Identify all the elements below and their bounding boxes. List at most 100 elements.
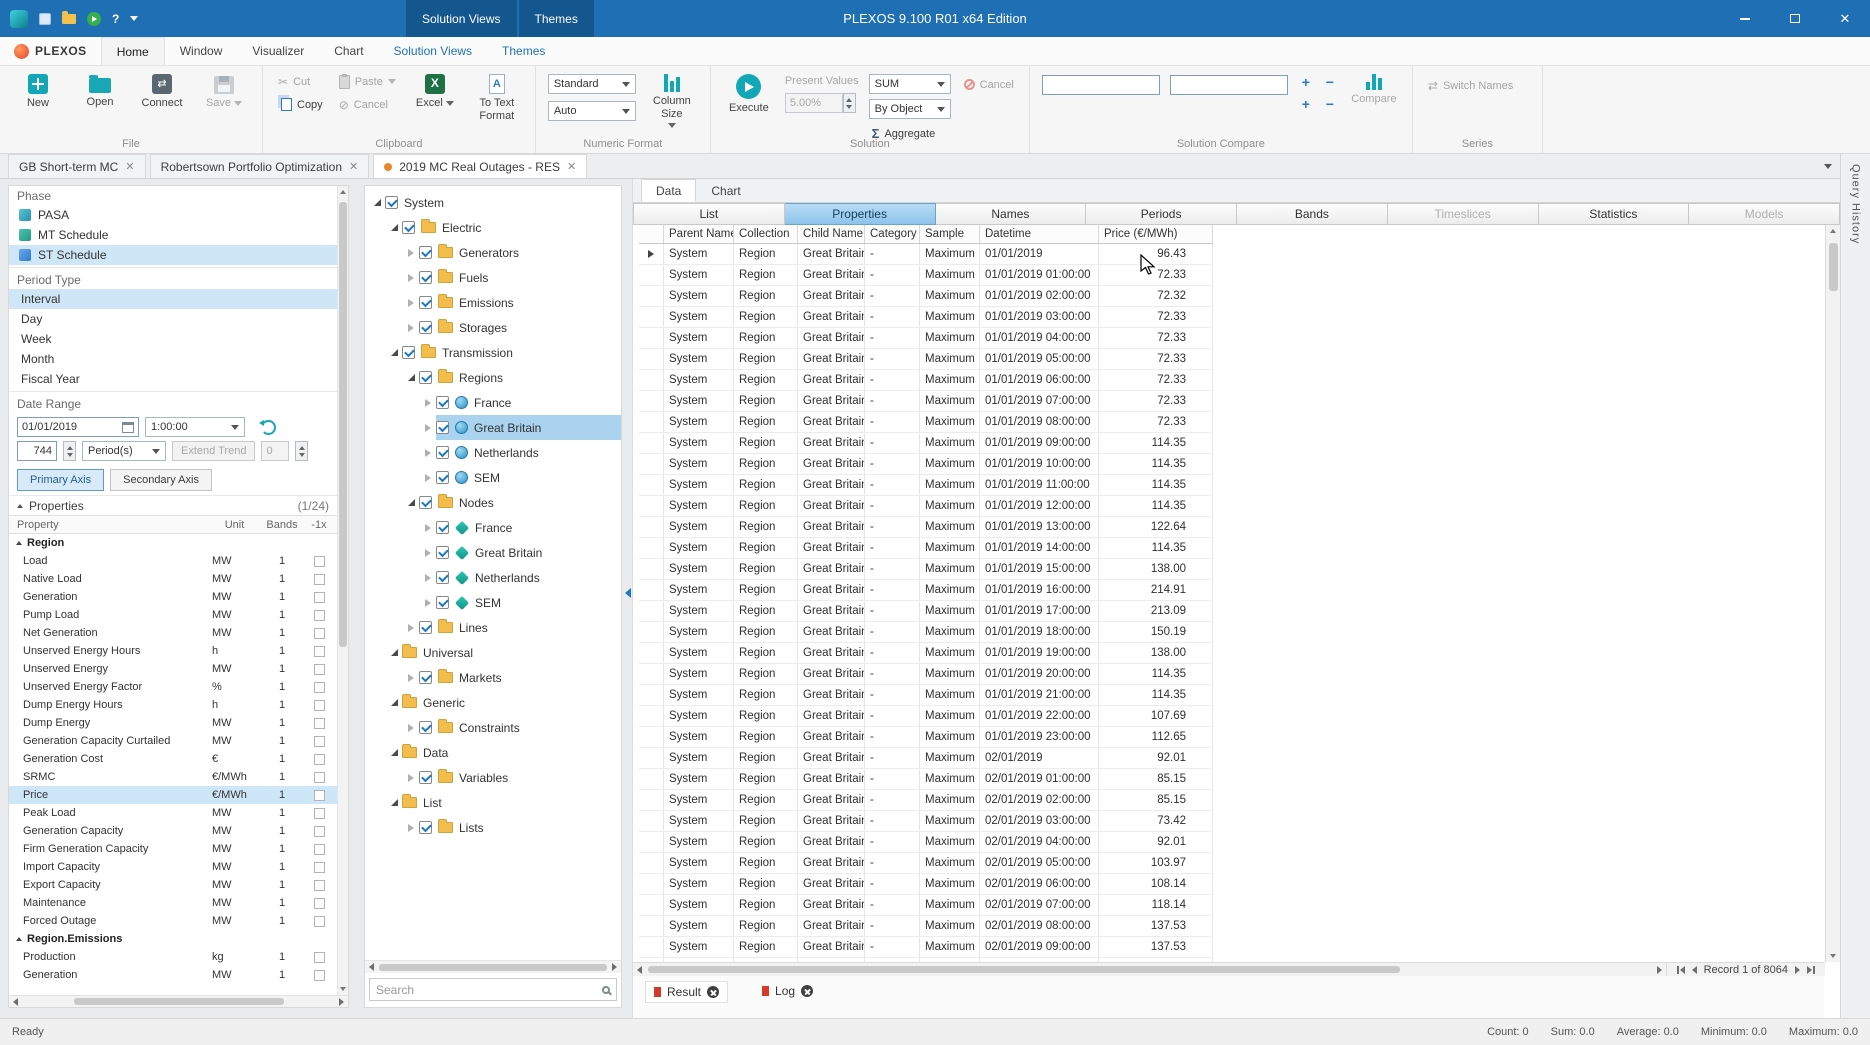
- compare-add-button-2[interactable]: +: [1298, 96, 1314, 112]
- property-row-export-capacity[interactable]: Export CapacityMW1: [9, 876, 337, 894]
- tree-node-markets[interactable]: Markets: [365, 665, 621, 690]
- clipboard-cancel-button[interactable]: ⊘Cancel: [336, 95, 399, 114]
- neg1x-checkbox[interactable]: [314, 898, 325, 909]
- scrollbar-track[interactable]: [646, 963, 1653, 976]
- tab-list-caret-icon[interactable]: [1824, 164, 1832, 169]
- tree-node-nodes[interactable]: Nodes: [365, 490, 621, 515]
- neg1x-checkbox[interactable]: [314, 592, 325, 603]
- primary-axis-button[interactable]: Primary Axis: [17, 469, 104, 491]
- tree-expander[interactable]: [405, 499, 417, 506]
- neg1x-checkbox[interactable]: [314, 610, 325, 621]
- tree-expander[interactable]: [405, 274, 417, 282]
- compare-button[interactable]: Compare: [1348, 72, 1400, 106]
- property-row-generation[interactable]: GenerationMW1: [9, 966, 337, 984]
- checked-checkbox[interactable]: [436, 571, 449, 584]
- tree-node-netherlands[interactable]: Netherlands: [365, 565, 621, 590]
- checked-checkbox[interactable]: [419, 721, 432, 734]
- neg1x-checkbox[interactable]: [314, 880, 325, 891]
- scroll-left-icon[interactable]: [13, 998, 18, 1006]
- checked-checkbox[interactable]: [419, 296, 432, 309]
- column-header-category[interactable]: Category: [865, 225, 920, 243]
- checked-checkbox[interactable]: [402, 221, 415, 234]
- column-header-sample[interactable]: Sample: [920, 225, 980, 243]
- property-row-peak-load[interactable]: Peak LoadMW1: [9, 804, 337, 822]
- result-row[interactable]: SystemRegionGreat Britain-Maximum01/01/2…: [639, 517, 1213, 538]
- close-tab-icon[interactable]: ✕: [567, 160, 576, 173]
- neg1x-checkbox[interactable]: [314, 862, 325, 873]
- checked-checkbox[interactable]: [419, 671, 432, 684]
- menu-tab-chart[interactable]: Chart: [319, 37, 378, 65]
- tree-node-list[interactable]: List: [365, 790, 621, 815]
- cut-button[interactable]: ✂Cut: [275, 72, 326, 91]
- scrollbar-thumb[interactable]: [648, 966, 1400, 973]
- tree-node-variables[interactable]: Variables: [365, 765, 621, 790]
- left-panel-vertical-scrollbar[interactable]: [337, 186, 348, 995]
- aggregation-function-select[interactable]: SUM: [869, 74, 951, 94]
- tree-expander[interactable]: [388, 349, 400, 356]
- phase-item-mt-schedule[interactable]: MT Schedule: [9, 225, 337, 245]
- extend-trend-spinner[interactable]: [295, 441, 308, 461]
- new-button[interactable]: New: [12, 72, 64, 110]
- close-tab-icon[interactable]: ✕: [125, 160, 134, 173]
- scrollbar-thumb[interactable]: [74, 998, 284, 1005]
- period-type-interval[interactable]: Interval: [9, 289, 337, 309]
- tree-expander[interactable]: [405, 324, 417, 332]
- property-group-region[interactable]: Region: [9, 534, 337, 552]
- switch-names-button[interactable]: ⇄Switch Names: [1425, 76, 1516, 95]
- scrollbar-thumb[interactable]: [1829, 243, 1838, 291]
- compare-remove-button-2[interactable]: −: [1322, 96, 1338, 112]
- checked-checkbox[interactable]: [436, 521, 449, 534]
- result-row[interactable]: SystemRegionGreat Britain-Maximum02/01/2…: [639, 769, 1213, 790]
- period-type-fiscal-year[interactable]: Fiscal Year: [9, 369, 337, 389]
- scroll-right-icon[interactable]: [1657, 966, 1662, 974]
- quick-execute-icon[interactable]: [87, 12, 101, 26]
- close-output-icon[interactable]: [801, 985, 813, 997]
- close-button[interactable]: ✕: [1820, 0, 1870, 37]
- result-subtab-periods[interactable]: Periods: [1086, 203, 1237, 225]
- tree-expander[interactable]: [422, 449, 434, 457]
- checked-checkbox[interactable]: [436, 546, 449, 559]
- result-row[interactable]: SystemRegionGreat Britain-Maximum02/01/2…: [639, 853, 1213, 874]
- result-subtab-bands[interactable]: Bands: [1237, 203, 1388, 225]
- result-row[interactable]: SystemRegionGreat Britain-Maximum01/01/2…: [639, 286, 1213, 307]
- tree-horizontal-scrollbar[interactable]: [365, 960, 621, 973]
- tree-expander[interactable]: [422, 599, 434, 607]
- tree-expander[interactable]: [422, 574, 434, 582]
- tree-node-emissions[interactable]: Emissions: [365, 290, 621, 315]
- connect-button[interactable]: ⇄Connect: [136, 72, 188, 110]
- tree-expander[interactable]: [388, 799, 400, 806]
- view-tab-chart[interactable]: Chart: [696, 179, 755, 202]
- quick-save-icon[interactable]: [39, 13, 51, 25]
- tree-expander[interactable]: [405, 299, 417, 307]
- tree-expander[interactable]: [405, 724, 417, 732]
- checked-checkbox[interactable]: [402, 346, 415, 359]
- checked-checkbox[interactable]: [419, 371, 432, 384]
- column-header-datetime[interactable]: Datetime: [980, 225, 1099, 243]
- column-header-child-name[interactable]: Child Name: [798, 225, 865, 243]
- property-group-region-emissions[interactable]: Region.Emissions: [9, 930, 337, 948]
- tree-expander[interactable]: [405, 774, 417, 782]
- property-row-generation-capacity[interactable]: Generation CapacityMW1: [9, 822, 337, 840]
- neg1x-checkbox[interactable]: [314, 844, 325, 855]
- discount-rate-input[interactable]: 5.00%: [785, 93, 843, 113]
- checked-checkbox[interactable]: [419, 246, 432, 259]
- tree-node-generators[interactable]: Generators: [365, 240, 621, 265]
- neg1x-checkbox[interactable]: [314, 556, 325, 567]
- decimal-places-select[interactable]: Auto: [548, 101, 636, 121]
- compare-remove-button[interactable]: −: [1322, 74, 1338, 90]
- tree-expander[interactable]: [388, 749, 400, 756]
- neg1x-checkbox[interactable]: [314, 574, 325, 585]
- neg1x-checkbox[interactable]: [314, 808, 325, 819]
- col-header-neg1x[interactable]: -1x: [301, 519, 337, 531]
- menu-tab-visualizer[interactable]: Visualizer: [237, 37, 319, 65]
- secondary-axis-button[interactable]: Secondary Axis: [110, 469, 212, 491]
- tree-node-data[interactable]: Data: [365, 740, 621, 765]
- scroll-right-icon[interactable]: [339, 998, 344, 1006]
- compare-solution-input-1[interactable]: [1042, 75, 1160, 95]
- neg1x-checkbox[interactable]: [314, 646, 325, 657]
- property-row-load[interactable]: LoadMW1: [9, 552, 337, 570]
- menu-tab-themes[interactable]: Themes: [487, 37, 560, 65]
- scroll-down-icon[interactable]: [340, 987, 346, 991]
- checked-checkbox[interactable]: [385, 196, 398, 209]
- result-row[interactable]: SystemRegionGreat Britain-Maximum01/01/2…: [639, 643, 1213, 664]
